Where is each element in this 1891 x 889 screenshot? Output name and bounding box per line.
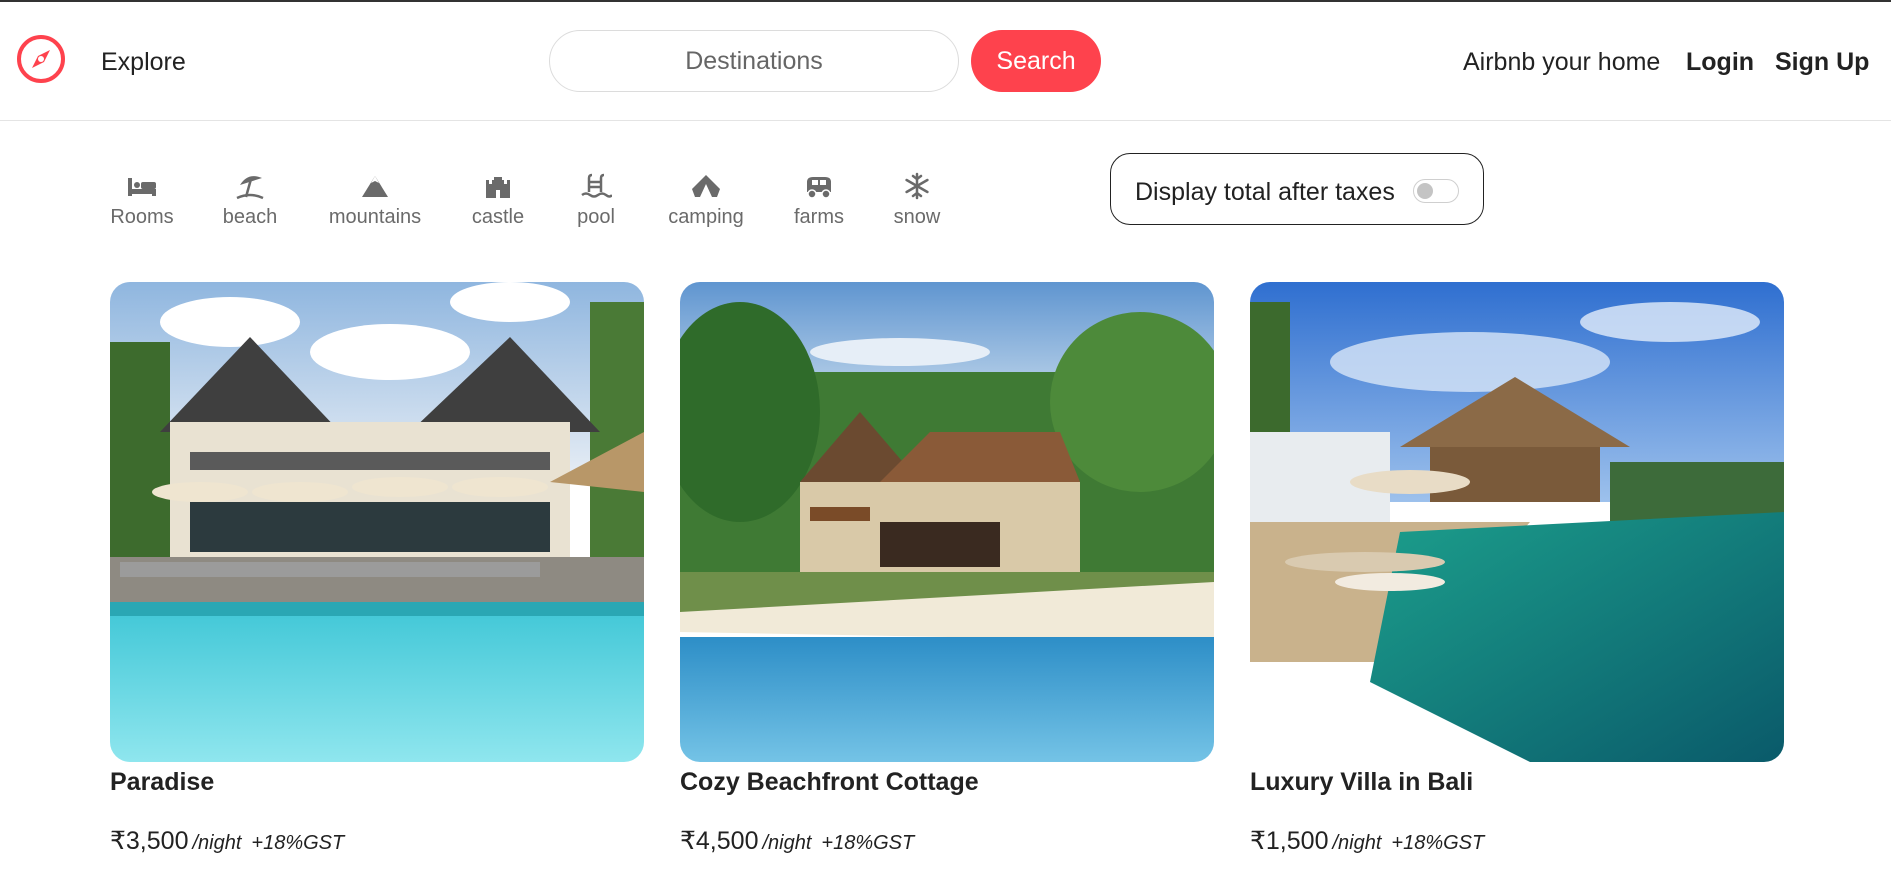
mountain-icon bbox=[362, 176, 388, 197]
per-night-label: /night bbox=[192, 832, 242, 854]
filter-label: Rooms bbox=[110, 206, 174, 228]
listing-price: ₹1,500 bbox=[1250, 827, 1329, 855]
listing-price-line: ₹4,500/night +18%GST bbox=[680, 826, 914, 856]
filter-label: mountains bbox=[328, 206, 422, 228]
castle-icon bbox=[486, 177, 510, 198]
filter-label: snow bbox=[893, 206, 941, 228]
listing-photo bbox=[110, 282, 644, 762]
filter-farms[interactable]: farms bbox=[789, 170, 849, 240]
navbar: Explore Search Airbnb your home Login Si… bbox=[0, 2, 1891, 121]
filter-label: pool bbox=[577, 206, 615, 228]
filter-label: farms bbox=[794, 206, 844, 228]
tax-toggle-switch[interactable] bbox=[1413, 179, 1459, 203]
listing-card[interactable]: Paradise ₹3,500/night +18%GST bbox=[110, 282, 644, 862]
per-night-label: /night bbox=[762, 832, 812, 854]
filter-castle[interactable]: castle bbox=[466, 170, 530, 240]
listing-price: ₹3,500 bbox=[110, 827, 189, 855]
listing-title: Cozy Beachfront Cottage bbox=[680, 768, 979, 796]
listing-photo bbox=[1250, 282, 1784, 762]
filter-rooms[interactable]: Rooms bbox=[104, 170, 180, 240]
airbnb-your-home-link[interactable]: Airbnb your home bbox=[1463, 48, 1660, 77]
listing-price-line: ₹3,500/night +18%GST bbox=[110, 826, 344, 856]
explore-link[interactable]: Explore bbox=[101, 48, 186, 77]
listing-title: Luxury Villa in Bali bbox=[1250, 768, 1474, 796]
filter-beach[interactable]: beach bbox=[218, 170, 282, 240]
filter-snow[interactable]: snow bbox=[888, 170, 946, 240]
snowflake-icon bbox=[905, 172, 929, 200]
login-link[interactable]: Login bbox=[1686, 48, 1754, 77]
listing-title: Paradise bbox=[110, 768, 215, 796]
filter-label: camping bbox=[668, 206, 744, 228]
toggle-knob bbox=[1417, 183, 1433, 199]
per-night-label: /night bbox=[1332, 832, 1382, 854]
tax-note: +18%GST bbox=[1391, 832, 1485, 854]
listing-price-line: ₹1,500/night +18%GST bbox=[1250, 826, 1484, 856]
filter-pool[interactable]: pool bbox=[571, 170, 621, 240]
listing-photo bbox=[680, 282, 1214, 762]
compass-logo-icon[interactable] bbox=[16, 34, 66, 84]
listing-price: ₹4,500 bbox=[680, 827, 759, 855]
filter-mountains[interactable]: mountains bbox=[325, 170, 425, 240]
tractor-icon bbox=[807, 177, 831, 199]
filter-camping[interactable]: camping bbox=[663, 170, 749, 240]
search-input[interactable] bbox=[549, 30, 959, 92]
signup-link[interactable]: Sign Up bbox=[1775, 48, 1869, 77]
pool-icon bbox=[581, 173, 612, 198]
listing-card[interactable]: Cozy Beachfront Cottage ₹4,500/night +18%… bbox=[680, 282, 1214, 862]
umbrella-beach-icon bbox=[236, 176, 264, 200]
tax-toggle-box: Display total after taxes bbox=[1110, 153, 1484, 225]
tax-note: +18%GST bbox=[251, 832, 345, 854]
bed-icon bbox=[128, 178, 156, 196]
filter-label: castle bbox=[471, 206, 525, 228]
search-button[interactable]: Search bbox=[971, 30, 1101, 92]
filter-label: beach bbox=[222, 206, 278, 228]
listing-card[interactable]: Luxury Villa in Bali ₹1,500/night +18%GST bbox=[1250, 282, 1784, 862]
campground-icon bbox=[692, 175, 720, 197]
tax-note: +18%GST bbox=[821, 832, 915, 854]
tax-toggle-label: Display total after taxes bbox=[1135, 178, 1395, 206]
